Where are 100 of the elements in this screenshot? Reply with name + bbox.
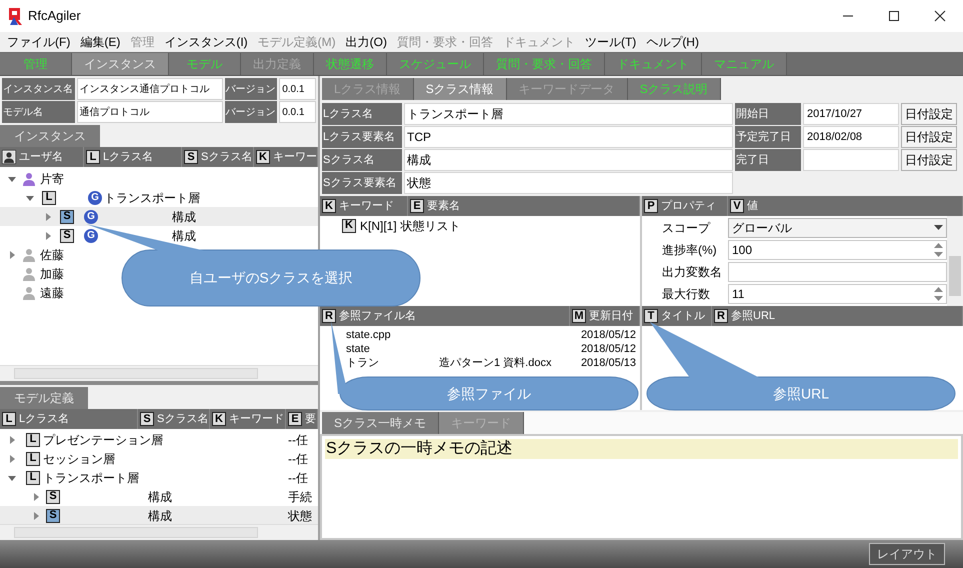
input-field[interactable]: 状態 (404, 172, 733, 194)
file-row[interactable]: トラン 造パターン1 資料.docx 2018/05/13 (320, 356, 640, 370)
scope-badge: G (84, 228, 98, 242)
tree-cell-text: 手続 (288, 488, 312, 506)
tree-row[interactable]: S G 構成 (0, 207, 318, 226)
horizontal-scrollbar[interactable] (0, 524, 318, 540)
collapsed-arrow-icon[interactable] (8, 436, 16, 444)
field-label: Lクラス要素名 (322, 126, 402, 148)
spinner-arrows-icon (934, 286, 943, 302)
tree-label: トランスポート層 (43, 470, 139, 486)
letter-badge: R (322, 309, 336, 323)
tree-row[interactable]: 遠藤 (0, 283, 66, 302)
letter-badge: K (342, 218, 356, 232)
input-field[interactable]: トランスポート層 (404, 103, 733, 125)
vertical-scrollbar[interactable] (947, 216, 963, 306)
spin-field[interactable]: 100 (728, 240, 947, 260)
collapsed-arrow-icon[interactable] (8, 454, 16, 462)
letter-badge: L (86, 150, 100, 164)
date-field[interactable] (803, 149, 899, 171)
column-label: キーワー (273, 150, 317, 165)
date-set-button[interactable]: 日付設定 (901, 149, 957, 171)
menu-item[interactable]: 出力(O) (340, 33, 392, 51)
tree-row[interactable]: S 構成 状態 (0, 506, 318, 524)
tree-cell-text: 状態 (288, 508, 312, 524)
letter-badge: S (140, 412, 154, 426)
date-field[interactable]: 2018/02/08 (803, 126, 899, 148)
expanded-arrow-icon[interactable] (8, 174, 16, 182)
collapsed-arrow-icon[interactable] (8, 250, 16, 258)
tree-row[interactable]: L G トランスポート層 (0, 188, 202, 207)
menu-item[interactable]: 編集(E) (75, 33, 126, 51)
date-set-button[interactable]: 日付設定 (901, 103, 957, 125)
column-label: キーワード (229, 412, 284, 427)
close-icon (934, 10, 946, 22)
tree-row[interactable]: L プレゼンテーション層 --任 (0, 430, 318, 449)
tree-row[interactable]: L トランスポート層 --任 (0, 468, 318, 487)
file-row[interactable]: state.cpp 2018/05/12 (320, 328, 640, 342)
tree-label: 佐藤 (40, 246, 64, 264)
menu-item[interactable]: インスタンス(I) (159, 33, 253, 51)
input-field[interactable]: 通信プロトコル (76, 101, 223, 123)
expanded-arrow-icon[interactable] (26, 194, 34, 202)
maximize-icon (888, 10, 900, 22)
letter-badge: M (572, 309, 586, 323)
tree-row[interactable]: S 構成 手続 (0, 487, 318, 506)
layout-button[interactable]: レイアウト (869, 543, 945, 565)
file-row[interactable]: state 2018/05/12 (320, 342, 640, 356)
spinner-arrows-icon (934, 242, 943, 258)
property-value: 100 (732, 242, 754, 258)
field-label: Lクラス名 (322, 103, 402, 125)
callout-text: 参照ファイル (447, 384, 531, 403)
window-title: RfcAgiler (28, 7, 81, 26)
column-label: Lクラス名 (103, 150, 154, 165)
property-label: 出力変数名 (661, 264, 723, 280)
tree-cell-text: K[N][1] (360, 218, 397, 234)
column-label: Sクラス名 (157, 412, 208, 427)
date-set-button[interactable]: 日付設定 (901, 126, 957, 148)
letter-badge: L (2, 412, 16, 426)
tree-row[interactable]: 佐藤 (0, 245, 66, 264)
collapsed-arrow-icon[interactable] (32, 492, 40, 500)
tree-label: 片寄 (40, 170, 64, 188)
tree-row[interactable]: L セッション層 --任 (0, 449, 318, 468)
column-label: プロパティ (661, 198, 716, 214)
tree-label: 構成 (148, 488, 172, 506)
tree-label: 構成 (172, 208, 196, 226)
letter-badge: L (26, 452, 40, 466)
file-date: 2018/05/12 (580, 342, 636, 357)
tree-row[interactable]: 片寄 (0, 169, 66, 188)
letter-badge: K (256, 150, 270, 164)
expanded-arrow-icon[interactable] (8, 474, 16, 482)
menu-item[interactable]: ファイル(F) (2, 33, 76, 51)
tree-row[interactable]: K K[N][1] 状態リスト (320, 216, 640, 235)
column-label: 参照URL (731, 308, 776, 324)
dropdown[interactable]: グローバル (728, 218, 947, 238)
tree-row[interactable]: S G 構成 (0, 226, 198, 245)
date-field[interactable]: 2017/10/27 (803, 103, 899, 125)
collapsed-arrow-icon[interactable] (32, 512, 40, 520)
memo-area[interactable]: Sクラスの一時メモの記述 (320, 434, 963, 540)
input-field[interactable] (728, 262, 947, 282)
input-field[interactable]: 0.0.1 (279, 101, 316, 123)
property-value: 11 (732, 286, 746, 302)
collapsed-arrow-icon[interactable] (44, 212, 52, 220)
scope-badge: G (84, 210, 98, 224)
menu-item[interactable]: ヘルプ(H) (641, 33, 704, 51)
tree-label: プレゼンテーション層 (43, 432, 163, 448)
input-field[interactable]: インスタンス通信プロトコル (76, 78, 223, 100)
input-field[interactable]: 0.0.1 (279, 78, 316, 100)
input-field[interactable]: TCP (404, 126, 733, 148)
menu-item[interactable]: ツール(T) (580, 33, 642, 51)
scope-badge: G (88, 190, 102, 204)
column-label: 要 (305, 412, 316, 427)
collapsed-arrow-icon[interactable] (44, 232, 52, 240)
tree-label: トランスポート層 (104, 190, 200, 206)
field-label: モデル名 (2, 101, 75, 123)
input-field[interactable]: 構成 (404, 149, 733, 171)
spin-field[interactable]: 11 (728, 284, 947, 304)
file-name: state.cpp (346, 328, 391, 343)
horizontal-scrollbar[interactable] (0, 365, 318, 381)
property-label: スコープ (661, 220, 712, 236)
file-date: 2018/05/12 (580, 328, 636, 343)
column-label: キーワード (339, 198, 394, 214)
tree-row[interactable]: 加藤 (0, 264, 66, 283)
